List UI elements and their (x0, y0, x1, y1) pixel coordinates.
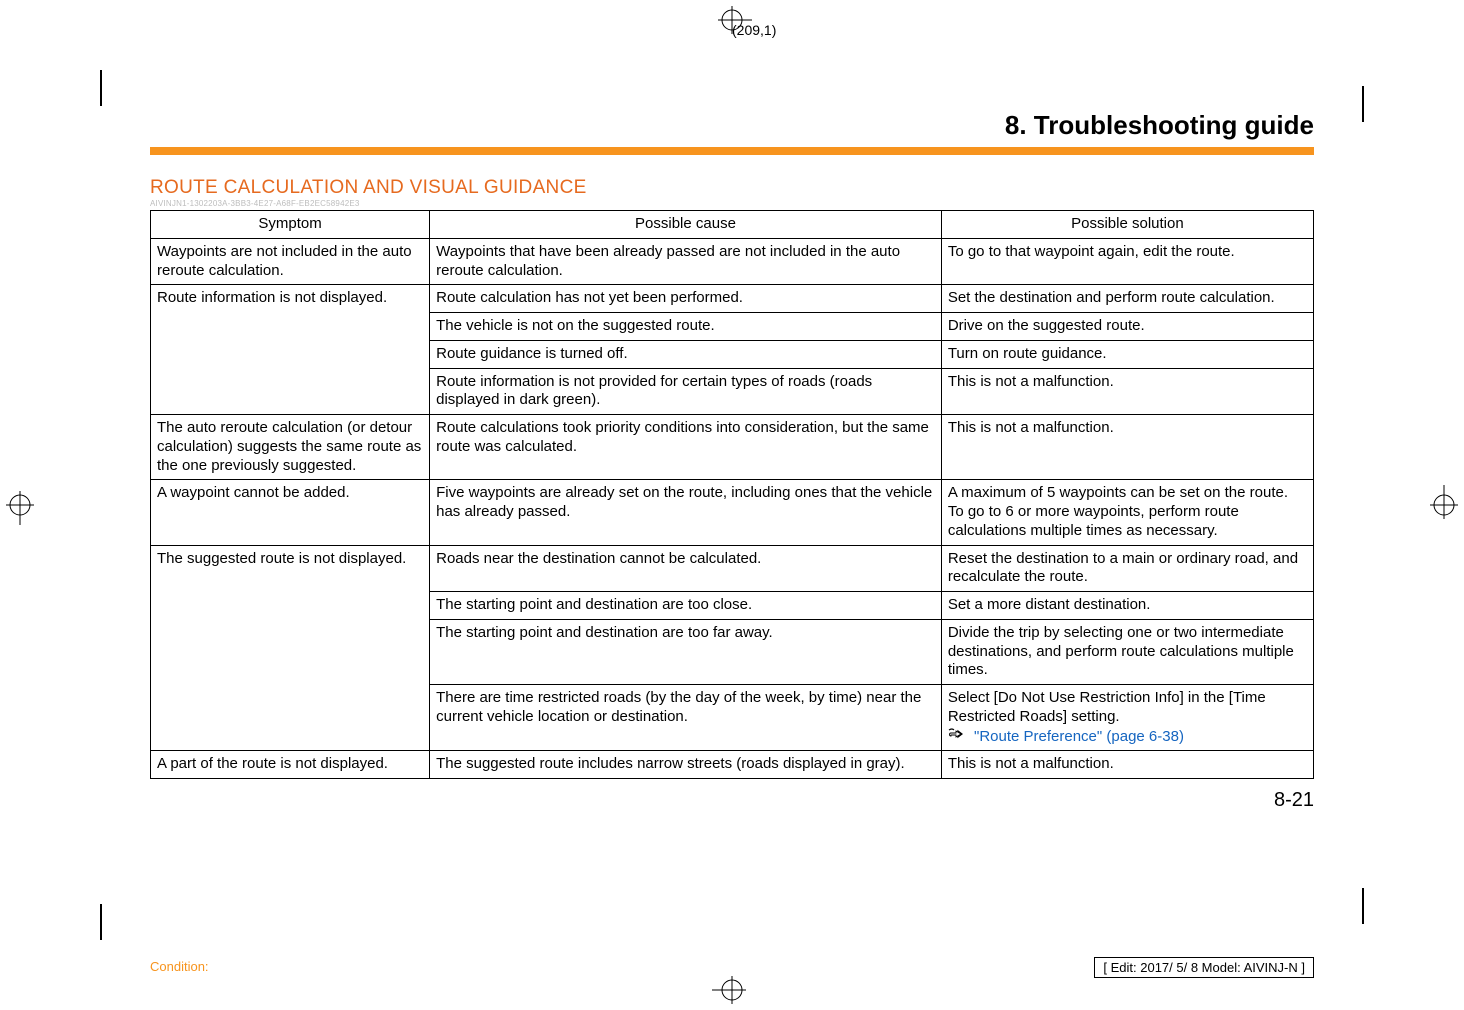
chapter-title: 8. Troubleshooting guide (150, 110, 1314, 141)
reg-mark (1362, 888, 1364, 924)
th-symptom: Symptom (151, 211, 430, 239)
reg-mark (100, 904, 102, 940)
cell-solution: This is not a malfunction. (941, 751, 1313, 779)
cell-solution: Turn on route guidance. (941, 340, 1313, 368)
cell-symptom: A part of the route is not displayed. (151, 751, 430, 779)
cell-symptom: Route information is not displayed. (151, 285, 430, 415)
cell-cause: There are time restricted roads (by the … (430, 685, 942, 751)
page-number: 8-21 (150, 789, 1314, 812)
cell-cause: The vehicle is not on the suggested rout… (430, 313, 942, 341)
page-content: 8. Troubleshooting guide ROUTE CALCULATI… (150, 110, 1314, 812)
header-rule (150, 147, 1314, 155)
cell-solution: Divide the trip by selecting one or two … (941, 619, 1313, 684)
table-row: A part of the route is not displayed. Th… (151, 751, 1314, 779)
cell-solution: A maximum of 5 waypoints can be set on t… (941, 480, 1313, 545)
condition-label: Condition: (150, 959, 209, 974)
table-row: The suggested route is not displayed. Ro… (151, 545, 1314, 592)
cell-solution: Drive on the suggested route. (941, 313, 1313, 341)
cell-symptom: A waypoint cannot be added. (151, 480, 430, 545)
pointer-icon (948, 727, 968, 747)
cell-solution: This is not a malfunction. (941, 415, 1313, 480)
cell-solution: Reset the destination to a main or ordin… (941, 545, 1313, 592)
cell-solution: Set the destination and perform route ca… (941, 285, 1313, 313)
cell-cause: Route information is not provided for ce… (430, 368, 942, 415)
cell-cause: Waypoints that have been already passed … (430, 238, 942, 285)
th-cause: Possible cause (430, 211, 942, 239)
crop-mark-left (6, 485, 34, 525)
page-coord: (209,1) (732, 22, 776, 38)
troubleshooting-table: Symptom Possible cause Possible solution… (150, 210, 1314, 779)
reg-mark (100, 70, 102, 106)
reg-mark (1362, 86, 1364, 122)
cell-cause: Route calculation has not yet been perfo… (430, 285, 942, 313)
cell-cause: Route calculations took priority conditi… (430, 415, 942, 480)
cell-cause: Route guidance is turned off. (430, 340, 942, 368)
crop-mark-right (1430, 485, 1458, 525)
cell-cause: Five waypoints are already set on the ro… (430, 480, 942, 545)
section-heading: ROUTE CALCULATION AND VISUAL GUIDANCE (150, 177, 1314, 199)
cell-solution: To go to that waypoint again, edit the r… (941, 238, 1313, 285)
th-solution: Possible solution (941, 211, 1313, 239)
table-row: Waypoints are not included in the auto r… (151, 238, 1314, 285)
edit-info: [ Edit: 2017/ 5/ 8 Model: AIVINJ-N ] (1094, 957, 1314, 978)
cell-symptom: The suggested route is not displayed. (151, 545, 430, 751)
crop-mark-bottom (712, 976, 752, 1004)
table-row: The auto reroute calculation (or detour … (151, 415, 1314, 480)
cross-ref-link: "Route Preference" (page 6-38) (974, 727, 1184, 744)
document-id: AIVINJN1-1302203A-3BB3-4E27-A68F-EB2EC58… (150, 199, 1314, 208)
solution-text: Select [Do Not Use Restriction Info] in … (948, 689, 1266, 725)
cell-solution: Select [Do Not Use Restriction Info] in … (941, 685, 1313, 751)
cell-cause: Roads near the destination cannot be cal… (430, 545, 942, 592)
cell-symptom: The auto reroute calculation (or detour … (151, 415, 430, 480)
table-row: A waypoint cannot be added. Five waypoin… (151, 480, 1314, 545)
table-header-row: Symptom Possible cause Possible solution (151, 211, 1314, 239)
cell-solution: Set a more distant destination. (941, 592, 1313, 620)
cell-solution: This is not a malfunction. (941, 368, 1313, 415)
cell-symptom: Waypoints are not included in the auto r… (151, 238, 430, 285)
cell-cause: The starting point and destination are t… (430, 619, 942, 684)
cell-cause: The suggested route includes narrow stre… (430, 751, 942, 779)
table-row: Route information is not displayed. Rout… (151, 285, 1314, 313)
cell-cause: The starting point and destination are t… (430, 592, 942, 620)
